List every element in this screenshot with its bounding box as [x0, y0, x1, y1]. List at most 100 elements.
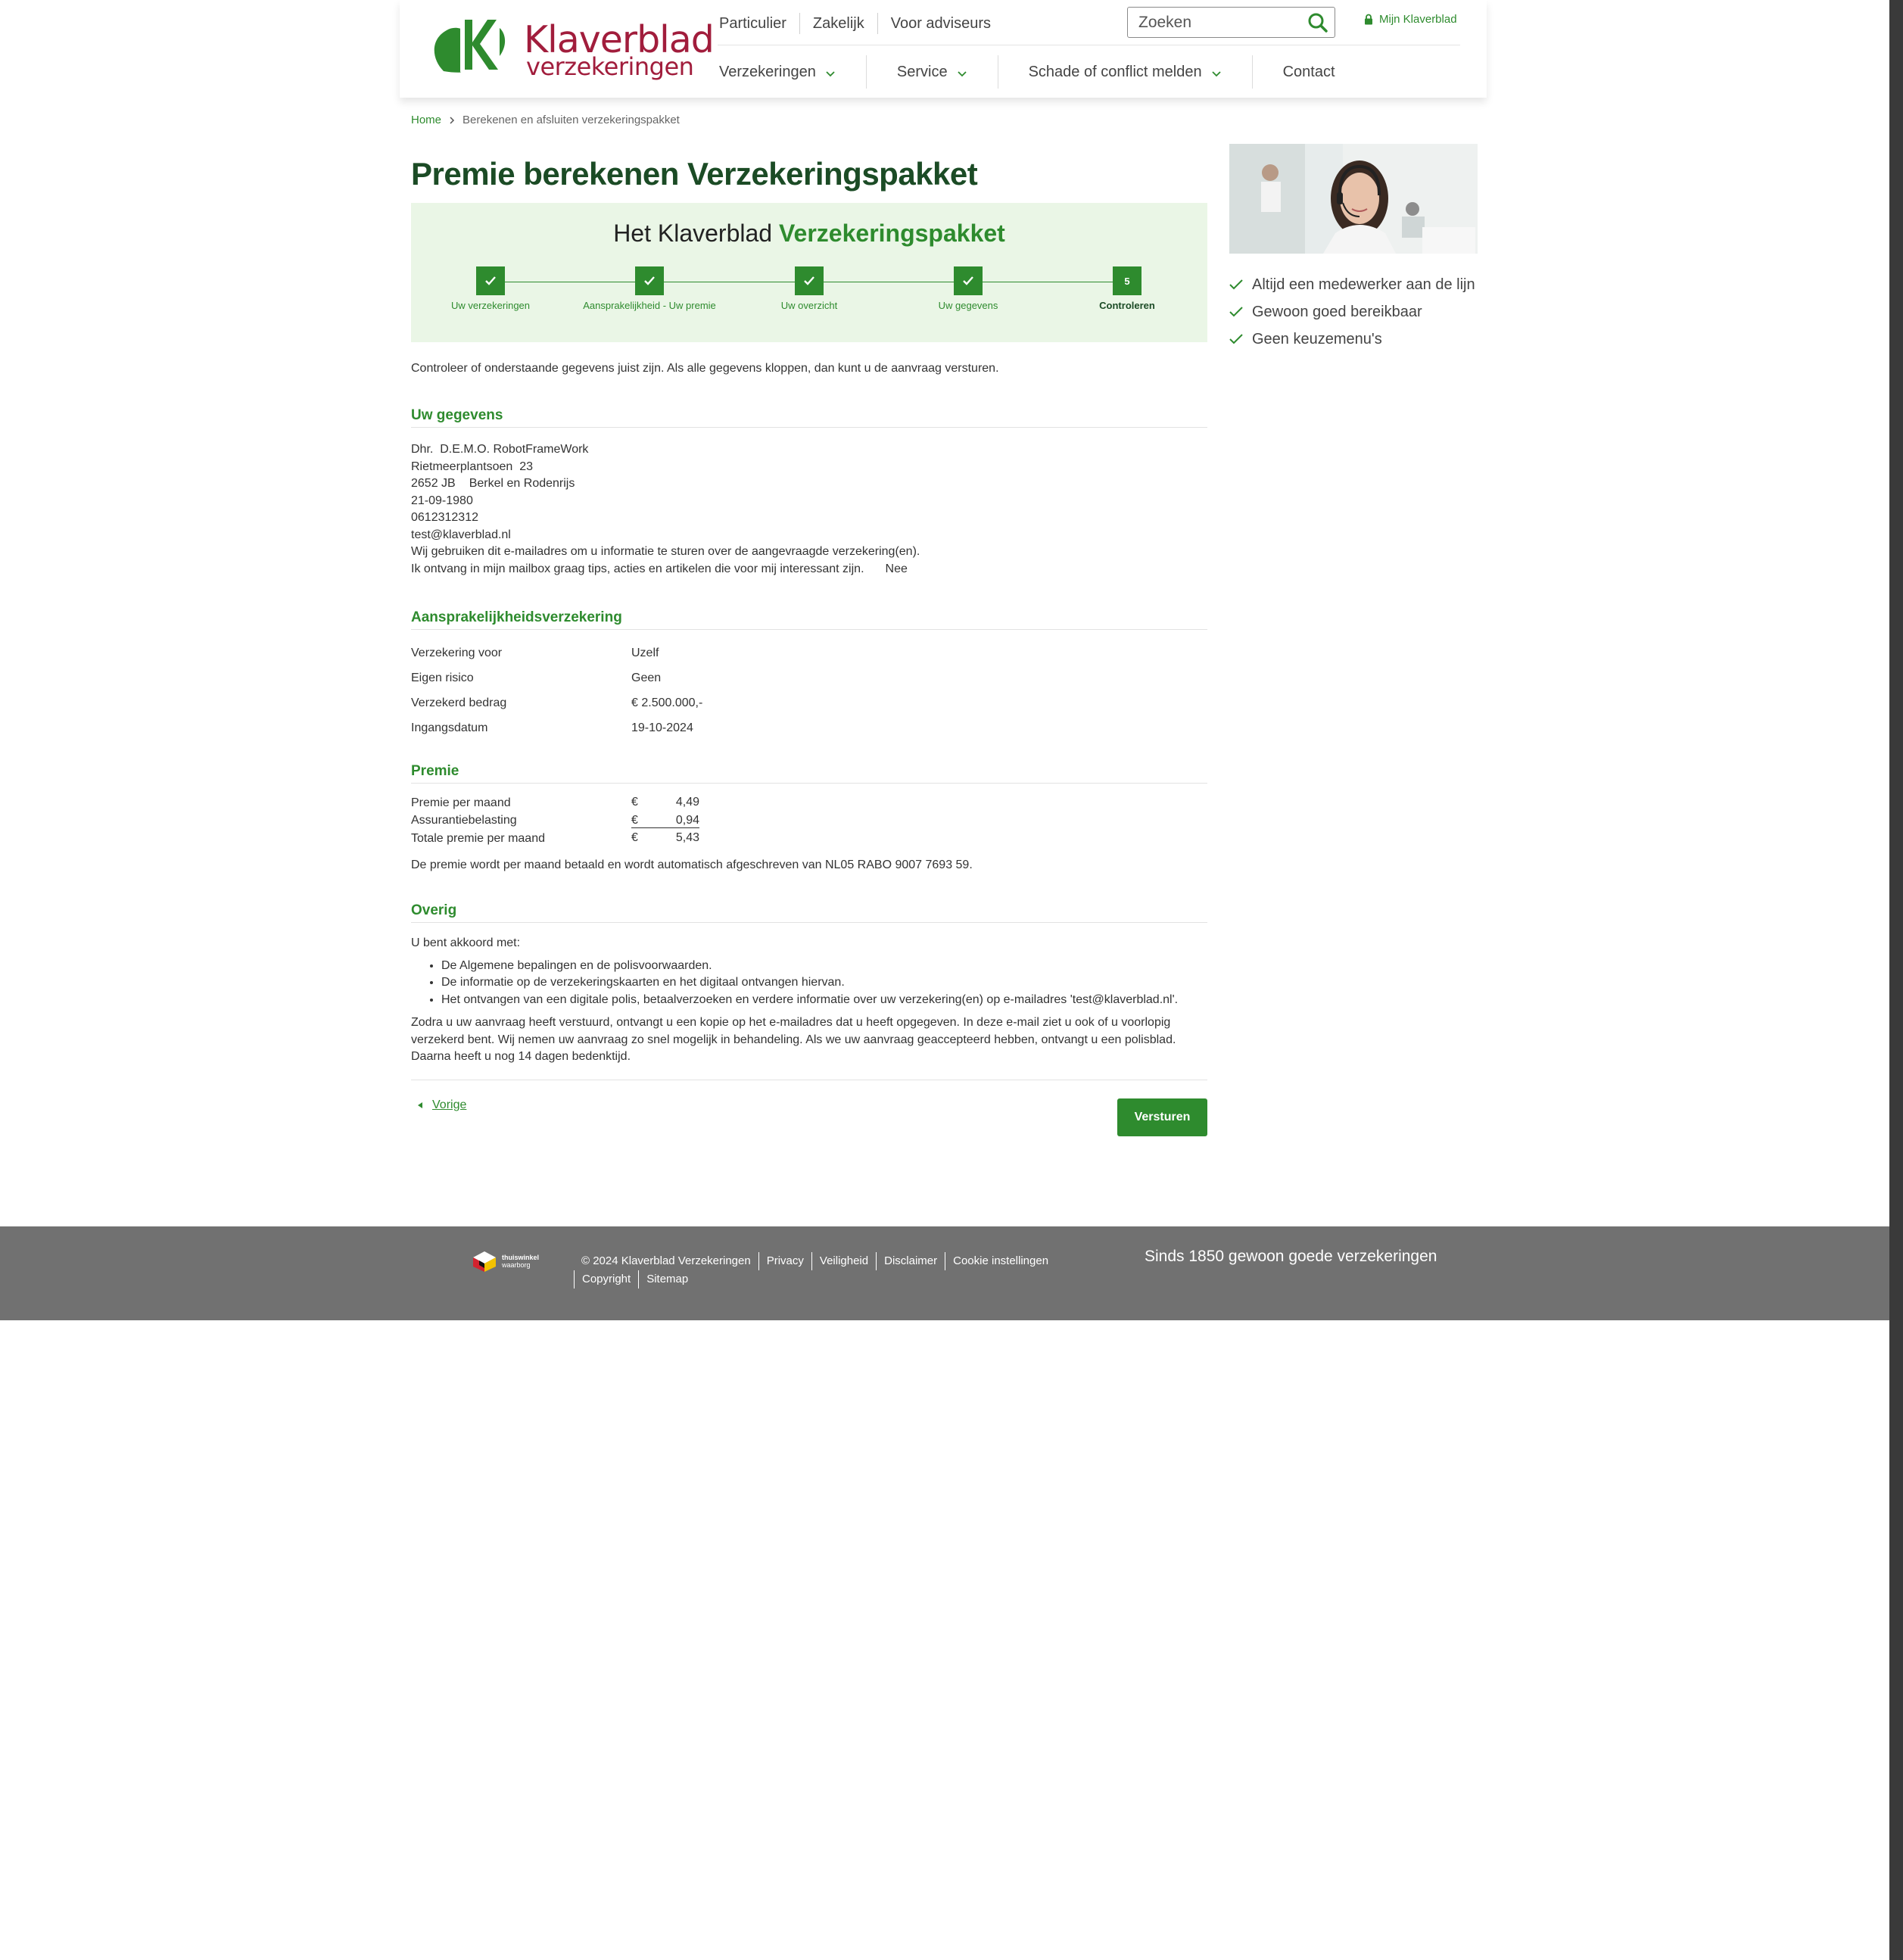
phone: 0612312312: [411, 511, 478, 524]
nav-service[interactable]: Service: [865, 55, 998, 89]
progress-steps: Het Klaverblad Verzekeringspakket Uw ver…: [411, 203, 1207, 342]
form-actions: Vorige Versturen: [411, 1080, 1207, 1148]
badge-line2: waarborg: [502, 1261, 531, 1269]
previous-link[interactable]: Vorige: [411, 1098, 466, 1112]
premium-row: Premie per maand €4,49: [411, 794, 1207, 812]
nav-zakelijk[interactable]: Zakelijk: [799, 13, 877, 34]
step-2[interactable]: Aansprakelijkheid - Uw premie: [574, 266, 725, 311]
premium-label: Assurantiebelasting: [411, 814, 517, 827]
lock-icon: [1365, 14, 1372, 25]
detail-row: Verzekering voor Uzelf: [411, 640, 1207, 665]
step-check-icon: [954, 266, 983, 295]
house-number: 23: [519, 460, 533, 473]
customer-service-photo: [1229, 144, 1478, 254]
salutation: Dhr.: [411, 443, 434, 456]
nav-voor-adviseurs[interactable]: Voor adviseurs: [877, 13, 1004, 34]
badge-line1: thuiswinkel: [502, 1254, 540, 1261]
detail-value: 19-10-2024: [631, 721, 693, 734]
detail-row: Verzekerd bedrag € 2.500.000,-: [411, 690, 1207, 715]
previous-label: Vorige: [432, 1098, 467, 1111]
footer-link-disclaimer[interactable]: Disclaimer: [876, 1252, 945, 1270]
premium-row: Assurantiebelasting €0,94: [411, 812, 1207, 830]
nav-particulier[interactable]: Particulier: [719, 13, 799, 34]
submit-button[interactable]: Versturen: [1117, 1098, 1207, 1136]
footer-link-copyright[interactable]: Copyright: [574, 1270, 638, 1288]
segment-nav: Particulier Zakelijk Voor adviseurs: [719, 12, 1004, 35]
nav-verzekeringen-label: Verzekeringen: [719, 63, 816, 80]
footer-copyright: © 2024 Klaverblad Verzekeringen: [581, 1254, 751, 1267]
step-5: 5 Controleren: [1051, 266, 1203, 311]
address-line: Rietmeerplantsoen 23: [411, 459, 1207, 476]
usp-list: Altijd een medewerker aan de lijn Gewoon…: [1229, 271, 1475, 353]
thuiswinkel-badge[interactable]: thuiswinkel waarborg: [472, 1250, 539, 1273]
search-input[interactable]: [1128, 8, 1302, 37]
premium-amount: 5,43: [675, 831, 699, 845]
premium-note: De premie wordt per maand betaald en wor…: [411, 858, 973, 871]
search-box: [1127, 7, 1335, 38]
email: test@klaverblad.nl: [411, 528, 511, 541]
newsletter-label: Ik ontvang in mijn mailbox graag tips, a…: [411, 562, 864, 575]
main-content: Premie berekenen Verzekeringspakket Het …: [411, 144, 1207, 1148]
search-icon[interactable]: [1307, 12, 1328, 33]
section-heading-premie: Premie: [411, 763, 1207, 784]
footer-links: © 2024 Klaverblad Verzekeringen Privacy Ve…: [574, 1252, 1089, 1288]
mijn-klaverblad-link[interactable]: Mijn Klaverblad: [1364, 13, 1457, 26]
usp-item: Altijd een medewerker aan de lijn: [1229, 271, 1475, 298]
step-3[interactable]: Uw overzicht: [733, 266, 885, 311]
step-label: Uw overzicht: [780, 300, 838, 311]
premium-value: €4,49: [631, 796, 699, 810]
currency-symbol: €: [631, 813, 638, 827]
footer-link-sitemap[interactable]: Sitemap: [638, 1270, 696, 1288]
street: Rietmeerplantsoen: [411, 460, 513, 473]
steps-title-highlight: Verzekeringspakket: [778, 220, 1005, 247]
nav-contact-label: Contact: [1282, 63, 1335, 80]
step-check-icon: [635, 266, 664, 295]
submission-info: Zodra u uw aanvraag heeft verstuurd, ont…: [411, 1016, 1176, 1063]
footer-slogan: Sinds 1850 gewoon goede verzekeringen: [1145, 1248, 1437, 1265]
usp-text: Geen keuzemenu's: [1252, 330, 1382, 347]
currency-symbol: €: [631, 831, 638, 845]
chevron-right-icon: [450, 116, 455, 124]
nav-schade-melden[interactable]: Schade of conflict melden: [997, 55, 1252, 89]
nav-verzekeringen[interactable]: Verzekeringen: [719, 55, 866, 89]
footer-link-cookie-instellingen[interactable]: Cookie instellingen: [945, 1252, 1056, 1270]
main-nav: Verzekeringen Service Schade of conflict…: [719, 53, 1366, 91]
step-check-icon: [795, 266, 824, 295]
step-4[interactable]: Uw gegevens: [892, 266, 1044, 311]
birthdate: 21-09-1980: [411, 494, 473, 507]
thuiswinkel-logo-icon: [473, 1251, 496, 1272]
full-name: D.E.M.O. RobotFrameWork: [440, 443, 589, 456]
klaverblad-logo[interactable]: Klaverblad verzekeringen: [430, 12, 715, 81]
email-note: Wij gebruiken dit e-mailadres om u infor…: [411, 545, 920, 558]
nav-schade-melden-label: Schade of conflict melden: [1028, 63, 1202, 80]
breadcrumb: Home Berekenen en afsluiten verzekerings…: [411, 114, 680, 126]
premium-amount: 4,49: [675, 796, 699, 809]
step-label: Controleren: [1099, 300, 1155, 311]
step-label: Aansprakelijkheid - Uw premie: [583, 300, 716, 311]
newsletter-value: Nee: [885, 562, 908, 575]
step-label: Uw verzekeringen: [450, 300, 531, 311]
intro-text: Controleer of onderstaande gegevens juis…: [411, 362, 999, 375]
checkmark-icon: [1229, 334, 1243, 344]
name-line: Dhr. D.E.M.O. RobotFrameWork: [411, 441, 1207, 459]
detail-row: Eigen risico Geen: [411, 665, 1207, 690]
agreement-item: De informatie op de verzekeringskaarten …: [441, 974, 1207, 992]
mijn-klaverblad-label: Mijn Klaverblad: [1379, 13, 1457, 26]
scrollbar[interactable]: [1889, 0, 1903, 1960]
checkmark-icon: [1229, 279, 1243, 290]
step-1[interactable]: Uw verzekeringen: [415, 266, 566, 311]
usp-item: Gewoon goed bereikbaar: [1229, 298, 1475, 326]
chevron-down-icon: [1211, 70, 1221, 76]
page-title: Premie berekenen Verzekeringspakket: [411, 156, 978, 192]
footer-link-privacy[interactable]: Privacy: [758, 1252, 811, 1270]
detail-value: Uzelf: [631, 646, 659, 659]
detail-label: Verzekerd bedrag: [411, 696, 507, 709]
nav-contact[interactable]: Contact: [1251, 55, 1366, 89]
footer-link-veiligheid[interactable]: Veiligheid: [811, 1252, 876, 1270]
breadcrumb-home[interactable]: Home: [411, 114, 441, 126]
usp-text: Altijd een medewerker aan de lijn: [1252, 276, 1475, 293]
step-label: Uw gegevens: [938, 300, 998, 311]
section-heading-aansprakelijkheid: Aansprakelijkheidsverzekering: [411, 609, 1207, 630]
detail-label: Eigen risico: [411, 671, 474, 684]
usp-item: Geen keuzemenu's: [1229, 326, 1475, 353]
